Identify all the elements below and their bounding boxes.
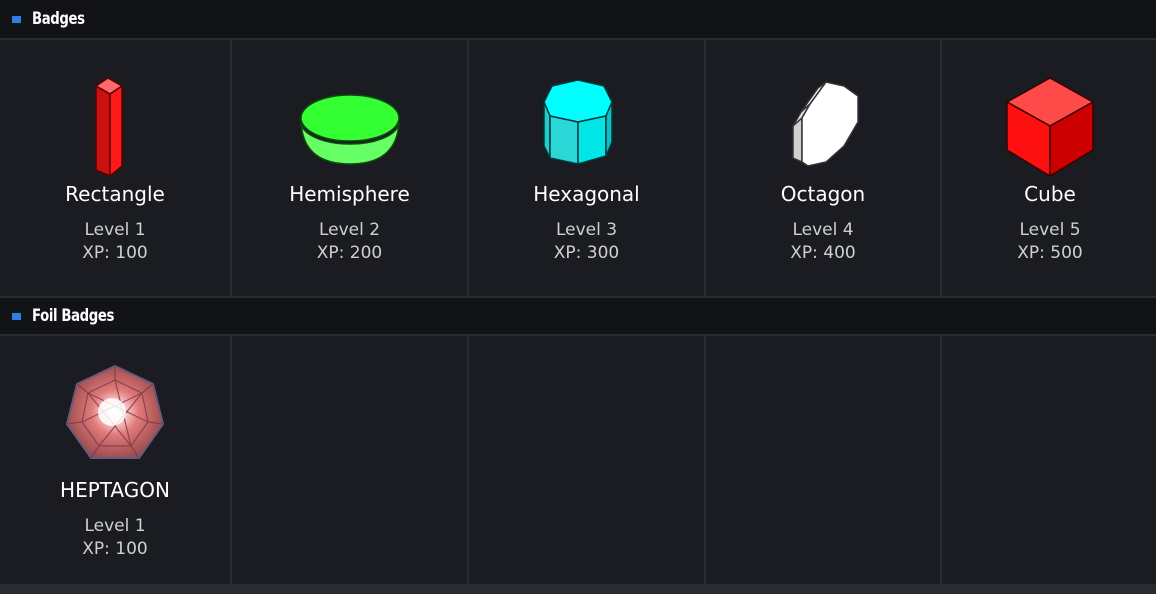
badge-name: Hexagonal xyxy=(533,182,640,206)
badge-level: Level 3 xyxy=(555,220,618,240)
badge-level: Level 5 xyxy=(1019,220,1081,240)
badge-name: Cube xyxy=(1024,182,1076,206)
section-title: Foil Badges xyxy=(32,306,114,326)
badge-card-rectangle[interactable]: Rectangle Level 1 XP: 100 xyxy=(0,40,230,296)
section-marker-icon xyxy=(12,312,21,320)
badge-xp: XP: 500 xyxy=(1017,243,1083,263)
badge-level: Level 1 xyxy=(84,220,146,240)
badge-name: HEPTAGON xyxy=(60,478,170,502)
badges-section-header: Badges xyxy=(0,0,1156,40)
badge-card-hexagonal[interactable]: Hexagonal Level 3 XP: 300 xyxy=(469,40,704,296)
hemisphere-icon xyxy=(299,94,400,165)
badge-xp: XP: 300 xyxy=(553,243,620,263)
empty-badge-slot xyxy=(232,336,467,584)
foil-badges-grid: HEPTAGON Level 1 XP: 100 xyxy=(0,336,1156,584)
section-title: Badges xyxy=(32,9,85,29)
badges-page: Badges Rectangle Level 1 XP: 100 Hemisph… xyxy=(0,0,1156,594)
badge-level: Level 2 xyxy=(318,220,381,240)
badge-level: Level 1 xyxy=(84,516,146,536)
cube-icon xyxy=(1005,77,1095,176)
badge-xp: XP: 400 xyxy=(790,243,856,263)
badge-card-hemisphere[interactable]: Hemisphere Level 2 XP: 200 xyxy=(232,40,467,296)
badge-name: Hemisphere xyxy=(289,182,410,206)
empty-badge-slot xyxy=(942,336,1156,584)
foil-badges-section-header: Foil Badges xyxy=(0,296,1156,336)
octagon-prism-icon xyxy=(792,81,859,167)
badge-name: Rectangle xyxy=(65,182,165,206)
badge-card-octagon[interactable]: Octagon Level 4 XP: 400 xyxy=(706,40,940,296)
empty-badge-slot xyxy=(469,336,704,584)
rectangle-prism-icon xyxy=(94,77,124,176)
badges-grid: Rectangle Level 1 XP: 100 Hemisphere Lev… xyxy=(0,40,1156,296)
section-marker-icon xyxy=(12,15,21,23)
badge-level: Level 4 xyxy=(792,220,854,240)
badge-card-heptagon[interactable]: HEPTAGON Level 1 XP: 100 xyxy=(0,336,230,584)
foil-heptagon-icon xyxy=(65,364,165,459)
empty-badge-slot xyxy=(706,336,940,584)
badge-name: Octagon xyxy=(780,182,866,206)
badge-xp: XP: 100 xyxy=(82,243,148,263)
badge-card-cube[interactable]: Cube Level 5 XP: 500 xyxy=(942,40,1156,296)
hexagonal-prism-icon xyxy=(542,79,613,165)
badge-xp: XP: 100 xyxy=(82,539,148,559)
badge-xp: XP: 200 xyxy=(316,243,383,263)
